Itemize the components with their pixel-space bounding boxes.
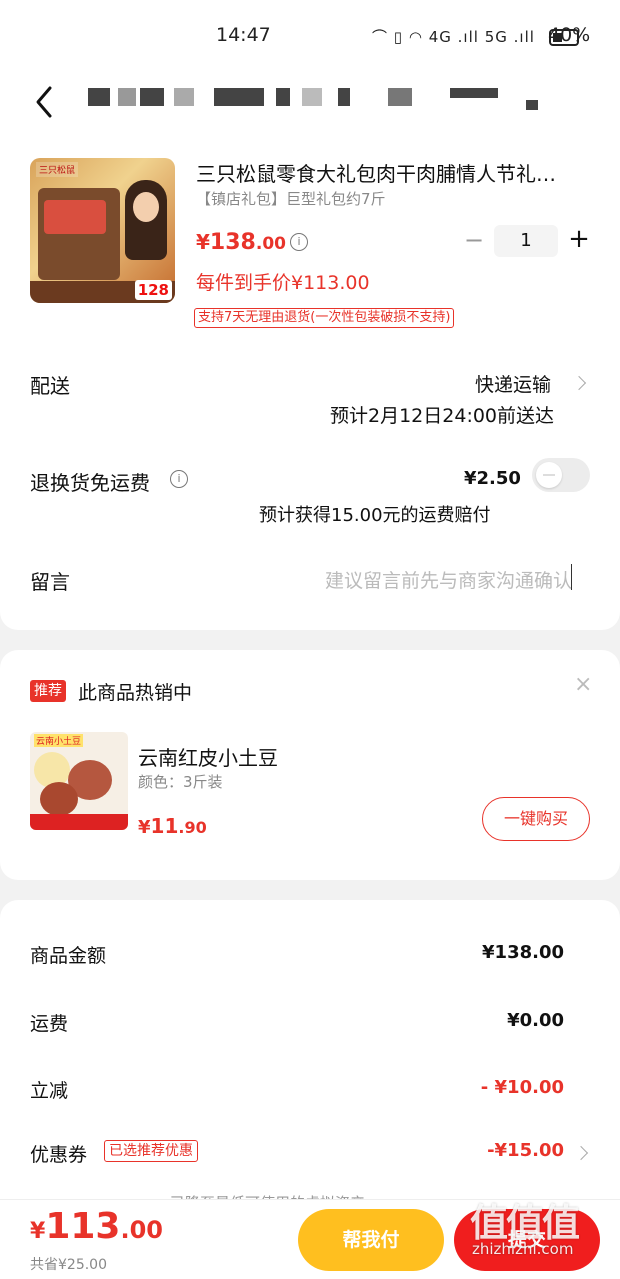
price-decimal: .00 (255, 234, 286, 254)
product-title[interactable]: 三只松鼠零食大礼包肉干肉脯情人节礼… (196, 158, 586, 187)
goods-amount-label: 商品金额 (30, 945, 107, 967)
coupon-label: 优惠券 (30, 1144, 88, 1166)
delivery-eta: 预计2月12日24:00前送达 (330, 405, 555, 427)
signal-icon: 4G .ıll 5G .ıll (428, 28, 535, 46)
quantity-plus-button[interactable]: + (566, 224, 592, 256)
watermark: 值值值 zhizhizhi.com (462, 1192, 620, 1272)
instant-discount-label: 立减 (30, 1080, 69, 1102)
total-currency: ¥ (30, 1219, 46, 1244)
coupon-value[interactable]: -¥15.00 (487, 1140, 564, 1161)
delivery-label: 配送 (30, 374, 70, 398)
goods-amount-value: ¥138.00 (482, 942, 564, 963)
return-insurance-fee: ¥2.50 (464, 468, 521, 489)
product-bag-label-graphic (44, 200, 106, 234)
instant-discount-value: - ¥10.00 (480, 1077, 564, 1098)
product-image[interactable]: 三只松鼠 128 (30, 158, 175, 303)
return-insurance-label: 退换货免运费 (30, 471, 150, 495)
coupon-selected-tag: 已选推荐优惠 (104, 1140, 198, 1162)
total-saved: 共省¥25.00 (30, 1257, 107, 1273)
rec-price-decimal: .90 (178, 818, 207, 837)
chevron-right-icon[interactable] (571, 375, 587, 391)
price-integer: 138 (209, 230, 256, 255)
quantity-input[interactable]: 1 (494, 225, 558, 257)
product-image-brand: 三只松鼠 (36, 162, 79, 177)
total-decimal: .00 (120, 1216, 163, 1244)
text-cursor (571, 564, 572, 590)
quantity-minus-button[interactable]: − (462, 226, 486, 256)
recommend-product-variant: 颜色：3斤装 (138, 773, 223, 791)
help-pay-button[interactable]: 帮我付 (298, 1209, 444, 1271)
recommend-product-price: ¥11.90 (138, 814, 207, 838)
product-model-face-graphic (133, 192, 159, 222)
price-info-icon[interactable]: i (290, 233, 308, 251)
total-integer: 113 (45, 1206, 121, 1247)
delivery-method[interactable]: 快递运输 (475, 370, 551, 397)
per-item-price: 每件到手价¥113.00 (196, 272, 370, 294)
recommend-product-image[interactable]: 云南小土豆 (30, 732, 128, 830)
shipping-label: 运费 (30, 1013, 69, 1035)
recommend-product-name[interactable]: 云南红皮小土豆 (138, 742, 278, 771)
return-policy-tag: 支持7天无理由退货(一次性包装破损不支持) (194, 308, 455, 328)
potato-graphic (40, 782, 78, 816)
headphone-icon: ⌒ (372, 28, 389, 46)
back-arrow-icon[interactable] (30, 82, 60, 122)
rec-price-integer: 11 (150, 814, 179, 838)
price-summary-card: 商品金额 ¥138.00 运费 ¥0.00 立减 - ¥10.00 优惠券 已选… (0, 900, 620, 1220)
recommend-badge: 推荐 (30, 680, 66, 702)
status-time: 14:47 (216, 24, 271, 46)
recommendation-card: 推荐 此商品热销中 × 云南小土豆 云南红皮小土豆 颜色：3斤装 ¥11.90 … (0, 650, 620, 880)
message-input[interactable]: 建议留言前先与商家沟通确认 (325, 566, 572, 593)
recommend-image-strip (30, 814, 128, 830)
wifi-icon: ◠ (408, 28, 423, 46)
recommend-title: 此商品热销中 (78, 682, 193, 704)
recommend-image-label: 云南小土豆 (34, 734, 84, 747)
watermark-logo: 值值值 (470, 1201, 580, 1245)
chevron-right-icon[interactable] (573, 1145, 589, 1161)
toggle-knob (536, 462, 562, 488)
message-label: 留言 (30, 570, 70, 594)
battery-percent: 40% (548, 24, 591, 46)
status-bar: 14:47 ⌒ ▯ ◠ 4G .ıll 5G .ıll 40% (0, 0, 620, 70)
shipping-value: ¥0.00 (507, 1010, 564, 1031)
rec-price-currency: ¥ (138, 817, 151, 838)
product-sku[interactable]: 【镇店礼包】巨型礼包约7斤 (196, 188, 386, 209)
vibrate-icon: ▯ (393, 28, 404, 46)
price-currency: ¥ (196, 230, 210, 254)
watermark-text: zhizhizhi.com (472, 1240, 574, 1258)
return-insurance-info-icon[interactable]: i (170, 470, 188, 488)
return-insurance-toggle[interactable] (532, 458, 590, 492)
total-price: ¥113.00 (30, 1206, 163, 1247)
close-icon[interactable]: × (574, 672, 592, 697)
one-click-buy-button[interactable]: 一键购买 (482, 797, 590, 841)
order-card: 三只松鼠 128 三只松鼠零食大礼包肉干肉脯情人节礼… 【镇店礼包】巨型礼包约7… (0, 130, 620, 630)
return-insurance-compensation: 预计获得15.00元的运费赔付 (259, 505, 491, 526)
product-price: ¥138.00 (196, 230, 286, 255)
product-image-price: 128 (134, 280, 172, 300)
